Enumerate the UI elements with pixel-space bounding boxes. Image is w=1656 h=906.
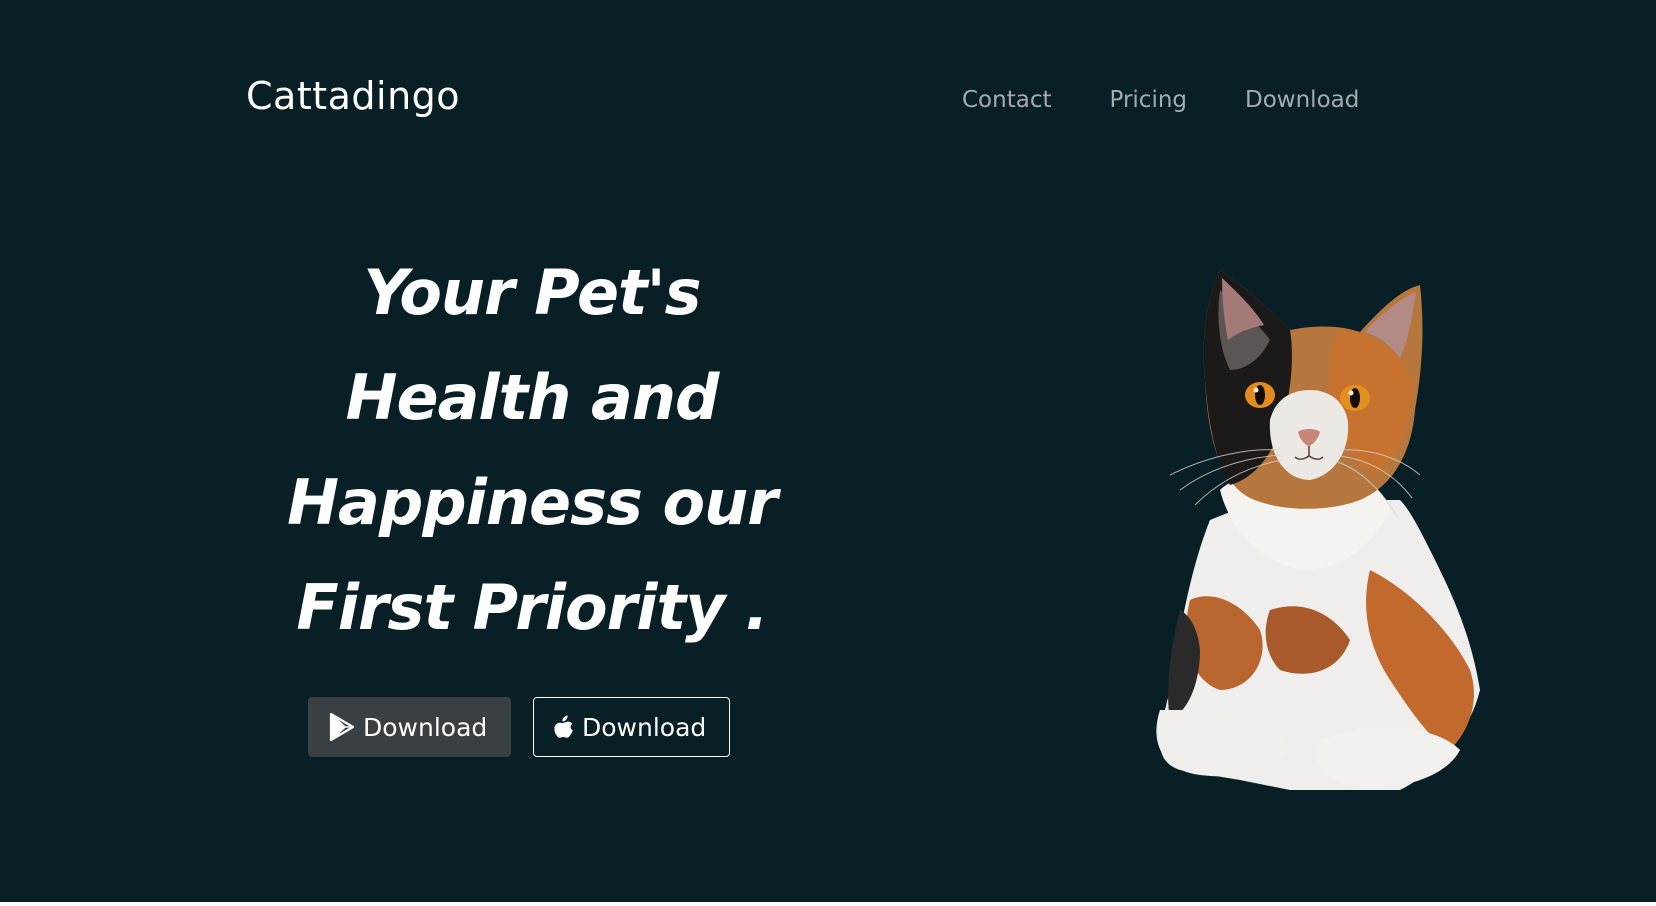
top-nav: Contact Pricing Download (962, 87, 1359, 113)
brand-logo[interactable]: Cattadingo (246, 75, 460, 118)
hero-headline: Your Pet's Health and Happiness our Firs… (282, 240, 782, 660)
google-play-icon (329, 713, 355, 741)
nav-contact-link[interactable]: Contact (962, 87, 1051, 113)
apple-icon (554, 715, 574, 739)
hero-headline-line: Health and (345, 361, 720, 434)
nav-pricing-link[interactable]: Pricing (1109, 87, 1187, 113)
app-store-download-label: Download (582, 712, 707, 742)
hero-headline-line: Your Pet's (363, 256, 701, 329)
google-play-download-button[interactable]: Download (308, 697, 511, 757)
nav-download-link[interactable]: Download (1245, 87, 1359, 113)
google-play-download-label: Download (363, 712, 488, 742)
landing-page: Cattadingo Contact Pricing Download Your… (0, 0, 1656, 902)
calico-cat-image (1156, 270, 1480, 790)
hero-headline-line: First Priority . (296, 571, 768, 644)
hero-headline-line: Happiness our (287, 466, 778, 539)
app-store-download-button[interactable]: Download (533, 697, 730, 757)
